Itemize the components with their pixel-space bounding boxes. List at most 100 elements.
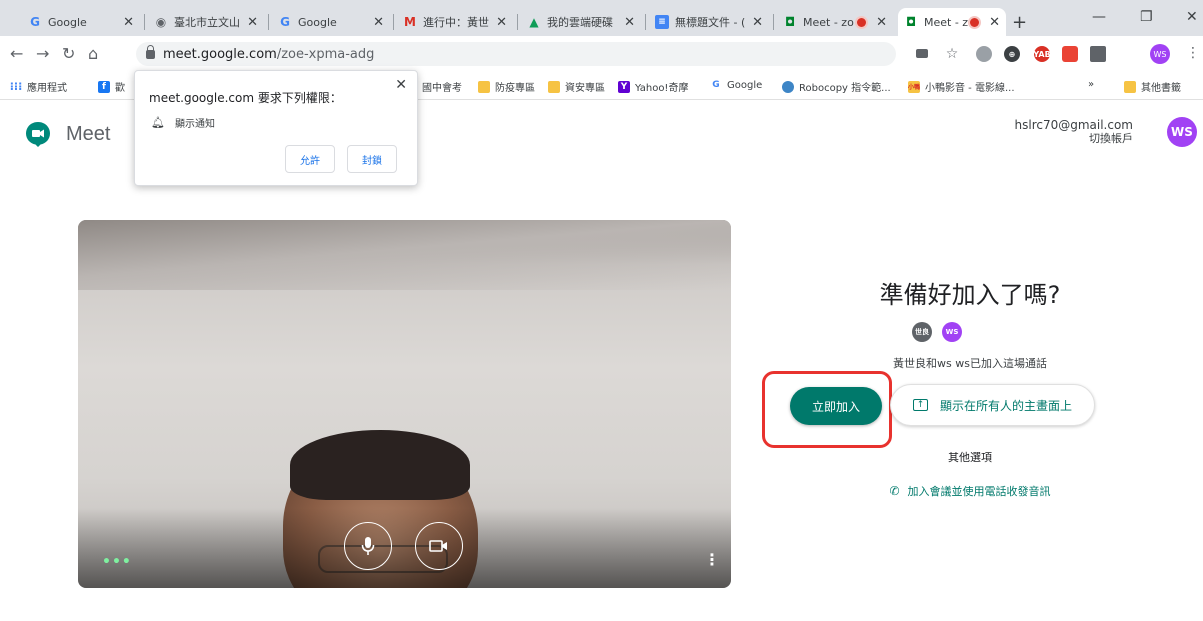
tab-title: Google <box>298 15 337 29</box>
bookmark-robocopy[interactable]: Robocopy 指令範... <box>782 79 891 94</box>
gmail-icon: M <box>404 15 416 29</box>
close-icon[interactable]: ✕ <box>624 15 635 30</box>
other-options-link[interactable]: 其他選項 <box>760 449 1180 465</box>
new-tab-button[interactable]: + <box>1012 12 1027 33</box>
close-icon[interactable]: ✕ <box>989 15 1000 30</box>
participants-text: 黃世良和ws ws已加入這場通話 <box>893 357 1047 370</box>
yahoo-icon: Y <box>618 80 630 93</box>
video-preview: ••• ⋮ <box>78 220 731 588</box>
tab-google-2[interactable]: G Google ✕ <box>272 8 390 36</box>
bookmark-apps[interactable]: ⁝⁝⁝ 應用程式 <box>10 79 67 94</box>
bookmark-label: 防疫專區 <box>495 83 535 94</box>
profile-avatar[interactable]: WS <box>1150 44 1170 64</box>
bookmark-yahoo[interactable]: Y Yahoo!奇摩 <box>618 79 688 94</box>
participant-avatar: WS <box>942 322 962 342</box>
google-icon: G <box>280 15 290 29</box>
recording-icon <box>970 17 980 27</box>
globe-icon <box>782 80 794 93</box>
home-icon[interactable]: ⌂ <box>88 44 98 63</box>
forward-icon[interactable]: → <box>36 44 49 63</box>
tab-drive[interactable]: ▲ 我的雲端硬碟 ✕ <box>521 8 641 36</box>
recording-icon <box>857 17 867 27</box>
yab-extension-icon[interactable]: YAB <box>1033 46 1051 62</box>
camera-icon[interactable] <box>916 49 928 58</box>
address-bar[interactable]: meet.google.com/zoe-xpma-adg <box>136 42 896 66</box>
extension-icon[interactable] <box>1062 46 1078 62</box>
google-icon: G <box>712 80 720 90</box>
account-avatar[interactable]: WS <box>1167 117 1197 147</box>
tab-google-1[interactable]: G Google ✕ <box>22 8 140 36</box>
duck-icon: 小鴨 <box>908 80 920 93</box>
bookmark-folder-security[interactable]: 資安專區 <box>548 79 605 94</box>
self-view-hair <box>290 430 470 500</box>
present-button[interactable]: ↑ 顯示在所有人的主畫面上 <box>890 384 1095 426</box>
bookmark-label: 歡 <box>115 83 125 94</box>
close-icon[interactable]: ✕ <box>496 15 507 30</box>
close-icon[interactable]: ✕ <box>123 15 134 30</box>
restore-icon[interactable]: ❐ <box>1140 9 1153 25</box>
close-icon[interactable]: ✕ <box>876 15 887 30</box>
join-now-button[interactable]: 立即加入 <box>790 387 882 425</box>
tab-title: Meet - zo <box>924 15 971 29</box>
cast-icon[interactable] <box>1090 46 1106 62</box>
star-icon[interactable]: ☆ <box>944 46 960 62</box>
extension-icon[interactable] <box>976 46 992 62</box>
bookmark-label: 其他書籤 <box>1141 83 1181 94</box>
docs-icon: ≡ <box>655 15 669 29</box>
globe-icon: ◉ <box>155 15 167 29</box>
url-path: /zoe-xpma-adg <box>276 46 375 62</box>
tab-meet-active[interactable]: ◘ Meet - zo ✕ <box>898 8 1006 36</box>
window-close-icon[interactable]: ✕ <box>1186 9 1198 25</box>
tab-school[interactable]: ◉ 臺北市立文山 ✕ <box>148 8 264 36</box>
allow-button[interactable]: 允許 <box>285 145 335 173</box>
bookmark-google[interactable]: G Google <box>710 79 762 91</box>
google-icon: G <box>30 15 40 29</box>
close-icon[interactable]: ✕ <box>247 15 258 30</box>
url-host: meet.google.com <box>163 46 277 62</box>
bookmark-label: 小鴨影音 - 電影線... <box>925 83 1015 94</box>
bookmark-folder-epidemic[interactable]: 防疫專區 <box>478 79 535 94</box>
bookmarks-overflow[interactable]: » <box>1088 79 1094 90</box>
tab-title: 我的雲端硬碟 <box>547 16 613 29</box>
back-icon[interactable]: ← <box>10 44 23 63</box>
reload-icon[interactable]: ↻ <box>62 44 75 63</box>
tab-docs[interactable]: ≡ 無標題文件 - ( ✕ <box>649 8 769 36</box>
bookmark-duck-video[interactable]: 小鴨 小鴨影音 - 電影線... <box>908 79 1015 94</box>
account-info: hslrc70@gmail.com 切換帳戶 <box>1015 118 1134 146</box>
tab-gmail[interactable]: M 進行中：黃世 ✕ <box>397 8 513 36</box>
apps-grid-icon: ⁝⁝⁝ <box>9 80 23 93</box>
menu-kebab-icon[interactable]: ⋮ <box>1186 45 1200 61</box>
tab-strip: G Google ✕ ◉ 臺北市立文山 ✕ G Google ✕ M 進行中：黃… <box>0 0 1203 36</box>
camera-button[interactable] <box>415 522 463 570</box>
tab-title: 無標題文件 - ( <box>675 16 746 29</box>
meet-icon: ◘ <box>784 15 796 29</box>
close-icon[interactable]: ✕ <box>373 15 384 30</box>
bookmark-folder-exam[interactable]: 國中會考 <box>422 79 462 94</box>
bookmark-other[interactable]: 其他書籤 <box>1124 79 1181 94</box>
bookmark-facebook[interactable]: f 歡 <box>98 79 125 94</box>
permission-label: 顯示通知 <box>174 119 215 130</box>
close-icon[interactable]: ✕ <box>752 15 763 30</box>
folder-icon <box>1124 80 1136 93</box>
facebook-icon: f <box>98 80 110 93</box>
bell-icon: 🔔︎ <box>151 116 165 129</box>
block-button[interactable]: 封鎖 <box>347 145 397 173</box>
tab-meet-1[interactable]: ◘ Meet - zo ✕ <box>777 8 893 36</box>
permission-row: 🔔︎ 顯示通知 <box>151 115 215 130</box>
meet-icon: ◘ <box>905 15 917 29</box>
phone-audio-label: 加入會議並使用電話收發音訊 <box>907 485 1051 498</box>
microphone-button[interactable] <box>344 522 392 570</box>
extension-icon[interactable]: ⊕ <box>1004 46 1020 62</box>
close-icon[interactable]: ✕ <box>395 77 407 93</box>
bookmark-label: 國中會考 <box>422 83 462 94</box>
phone-audio-link[interactable]: ✆ 加入會議並使用電話收發音訊 <box>760 483 1180 499</box>
video-options-kebab-icon[interactable]: ⋮ <box>704 550 720 569</box>
overflow-chevron-icon: » <box>1088 79 1095 90</box>
minimize-icon[interactable]: — <box>1092 9 1106 25</box>
browser-toolbar: ← → ↻ ⌂ meet.google.com/zoe-xpma-adg ☆ ⊕… <box>0 36 1203 72</box>
switch-account-link[interactable]: 切換帳戶 <box>1015 132 1133 146</box>
video-camera-icon <box>429 540 447 552</box>
present-screen-icon: ↑ <box>912 399 928 411</box>
bookmark-label: Robocopy 指令範... <box>799 83 891 94</box>
tab-title: Meet - zo <box>803 15 854 29</box>
